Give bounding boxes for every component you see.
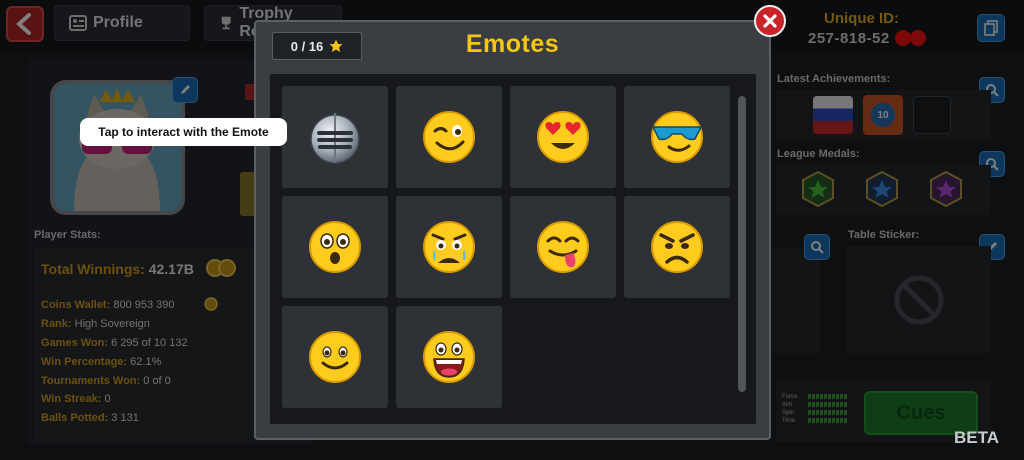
tongue-out-face-icon bbox=[537, 221, 589, 273]
close-icon bbox=[763, 14, 777, 28]
close-button[interactable] bbox=[754, 5, 786, 37]
emote-cell-laugh[interactable] bbox=[396, 306, 502, 408]
crying-face-icon bbox=[423, 221, 475, 273]
emote-tooltip-text: Tap to interact with the Emote bbox=[98, 125, 269, 139]
emotes-modal: 0 / 16 Emotes bbox=[254, 20, 771, 440]
emote-cell-smile[interactable] bbox=[282, 306, 388, 408]
emote-cell-tongue[interactable] bbox=[510, 196, 616, 298]
emote-cell-sunglasses[interactable] bbox=[624, 86, 730, 188]
laughing-face-icon bbox=[423, 331, 475, 383]
emote-grid-scrollbar[interactable] bbox=[738, 96, 746, 392]
winking-face-icon bbox=[423, 111, 475, 163]
knight-helmet-icon bbox=[310, 113, 360, 164]
surprised-face-icon bbox=[309, 221, 361, 273]
emote-cell-surprised[interactable] bbox=[282, 196, 388, 298]
heart-eyes-face-icon bbox=[537, 111, 589, 163]
emote-cell-angry[interactable] bbox=[624, 196, 730, 298]
emote-tooltip: Tap to interact with the Emote bbox=[80, 118, 287, 146]
angry-face-icon bbox=[651, 221, 703, 273]
emote-cell-crying[interactable] bbox=[396, 196, 502, 298]
emote-grid bbox=[270, 74, 756, 424]
emote-cell-wink[interactable] bbox=[396, 86, 502, 188]
sunglasses-face-icon bbox=[651, 111, 703, 163]
beta-label: BETA bbox=[954, 428, 1000, 447]
emote-cell-knight[interactable] bbox=[282, 86, 388, 188]
modal-title: Emotes bbox=[465, 30, 560, 58]
smiling-face-icon bbox=[309, 331, 361, 383]
emote-cell-heart-eyes[interactable] bbox=[510, 86, 616, 188]
